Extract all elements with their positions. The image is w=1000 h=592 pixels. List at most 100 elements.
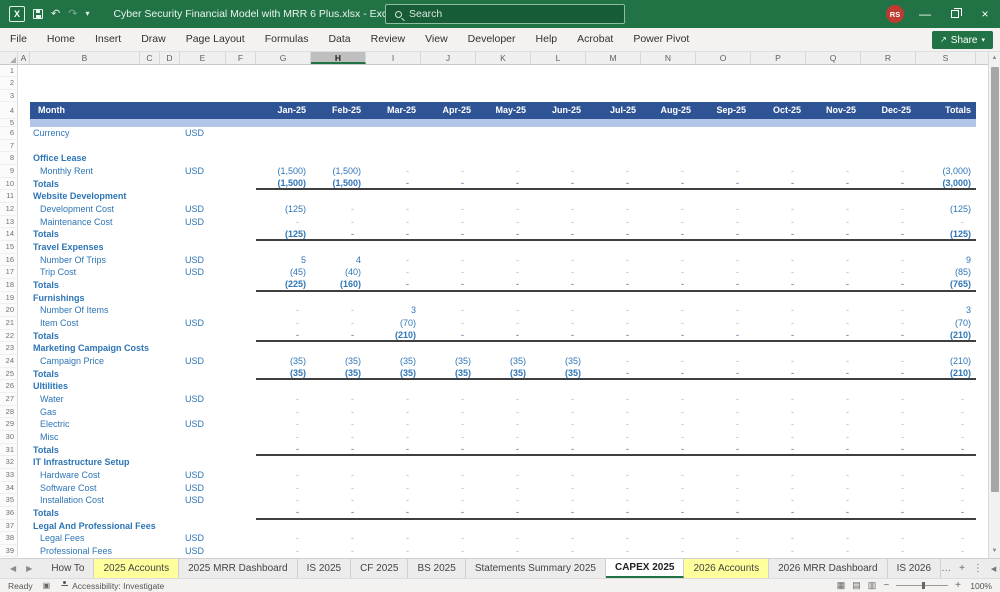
cell[interactable] (226, 355, 256, 368)
cell[interactable]: - (696, 418, 751, 431)
cell[interactable]: - (256, 393, 311, 406)
cell[interactable]: - (421, 532, 476, 545)
unit-cell[interactable] (180, 431, 226, 444)
row-number[interactable]: 38 (0, 532, 18, 545)
row-label-gas[interactable]: Gas (30, 406, 180, 419)
cell[interactable]: - (421, 317, 476, 330)
cell[interactable]: - (751, 367, 806, 379)
unit-cell[interactable]: USD (180, 355, 226, 368)
cell[interactable] (226, 165, 256, 178)
cell[interactable]: - (421, 177, 476, 189)
cell[interactable]: - (476, 532, 531, 545)
column-header-n[interactable]: N (641, 52, 696, 64)
cell[interactable]: - (806, 317, 861, 330)
cell[interactable]: - (421, 165, 476, 178)
section-label-office-lease[interactable]: Office Lease (30, 152, 180, 165)
cell[interactable]: - (476, 469, 531, 482)
cell[interactable]: - (586, 304, 641, 317)
cell[interactable]: - (476, 216, 531, 229)
cell[interactable]: (35) (476, 355, 531, 368)
cell[interactable]: - (311, 469, 366, 482)
sheet-tab-capex-2025[interactable]: CAPEX 2025 (605, 559, 685, 578)
ribbon-tab-acrobat[interactable]: Acrobat (567, 28, 623, 51)
cell[interactable]: - (696, 431, 751, 444)
cell[interactable]: - (256, 406, 311, 419)
cell[interactable]: - (531, 165, 586, 178)
cell[interactable] (18, 65, 30, 77)
cell[interactable]: - (861, 431, 916, 444)
cell[interactable]: - (586, 329, 641, 341)
cell[interactable]: - (641, 228, 696, 240)
cell[interactable]: (765) (916, 278, 976, 290)
cell[interactable]: - (366, 406, 421, 419)
cell[interactable]: - (476, 482, 531, 495)
month-cell[interactable]: May-25 (476, 102, 531, 119)
cell[interactable]: - (256, 506, 311, 518)
section-label-travel-expenses[interactable]: Travel Expenses (30, 241, 180, 254)
row-number[interactable]: 35 (0, 494, 18, 507)
ribbon-tab-insert[interactable]: Insert (85, 28, 131, 51)
unit-cell[interactable]: USD (180, 254, 226, 267)
cell[interactable]: - (696, 216, 751, 229)
cell[interactable]: - (806, 418, 861, 431)
cell[interactable]: - (586, 443, 641, 455)
month-cell[interactable]: Dec-25 (861, 102, 916, 119)
cell[interactable]: - (641, 469, 696, 482)
cell[interactable]: - (531, 278, 586, 290)
column-header-c[interactable]: C (140, 52, 160, 64)
cell[interactable]: - (421, 228, 476, 240)
cell[interactable]: (35) (256, 355, 311, 368)
sheet-tab-is-2025[interactable]: IS 2025 (298, 559, 352, 578)
month-cell[interactable]: Jan-25 (256, 102, 311, 119)
cell[interactable]: - (531, 177, 586, 189)
cell[interactable] (226, 545, 256, 558)
cell[interactable]: - (586, 482, 641, 495)
month-cell[interactable]: Oct-25 (751, 102, 806, 119)
unit-cell[interactable] (180, 406, 226, 419)
sheet-tab-how-to[interactable]: How To (42, 559, 95, 578)
cell[interactable]: - (916, 418, 976, 431)
cell[interactable]: - (311, 393, 366, 406)
cell[interactable] (18, 393, 30, 406)
cell[interactable]: - (586, 506, 641, 518)
vertical-scrollbar[interactable]: ▲ ▼ (988, 52, 1000, 558)
unit-cell[interactable] (180, 507, 226, 520)
cell[interactable]: - (366, 443, 421, 455)
cell[interactable]: (160) (311, 278, 366, 290)
cell[interactable]: - (586, 266, 641, 279)
cell[interactable]: - (916, 469, 976, 482)
month-cell[interactable]: Jun-25 (531, 102, 586, 119)
next-sheet-icon[interactable]: ▶ (26, 564, 32, 573)
close-button[interactable]: × (970, 0, 1000, 28)
cell[interactable]: - (916, 443, 976, 455)
row-number[interactable]: 20 (0, 304, 18, 318)
cell[interactable] (18, 140, 30, 153)
cell[interactable] (531, 127, 586, 140)
row-label-misc[interactable]: Misc (30, 431, 180, 444)
cell[interactable] (226, 494, 256, 507)
cell[interactable] (18, 266, 30, 279)
cell[interactable]: - (311, 228, 366, 240)
cell[interactable]: - (366, 177, 421, 189)
cell[interactable]: - (861, 418, 916, 431)
row-label-professional-fees[interactable]: Professional Fees (30, 545, 180, 558)
month-cell[interactable]: Apr-25 (421, 102, 476, 119)
row-number[interactable]: 32 (0, 456, 18, 469)
row-label-totals[interactable]: Totals (30, 178, 180, 191)
cell[interactable]: - (696, 278, 751, 290)
cell[interactable]: - (641, 329, 696, 341)
cell[interactable]: (35) (531, 355, 586, 368)
row-number[interactable]: 31 (0, 443, 18, 457)
cell[interactable]: - (641, 254, 696, 267)
row-number[interactable]: 9 (0, 165, 18, 178)
cell[interactable] (226, 216, 256, 229)
row-number[interactable]: 6 (0, 127, 18, 140)
cell[interactable]: - (256, 443, 311, 455)
column-header-i[interactable]: I (366, 52, 421, 64)
cell[interactable] (18, 482, 30, 495)
cell[interactable]: (35) (311, 355, 366, 368)
cell[interactable] (18, 241, 30, 254)
cell[interactable]: - (256, 431, 311, 444)
cell[interactable]: - (311, 431, 366, 444)
cell[interactable]: - (476, 545, 531, 558)
